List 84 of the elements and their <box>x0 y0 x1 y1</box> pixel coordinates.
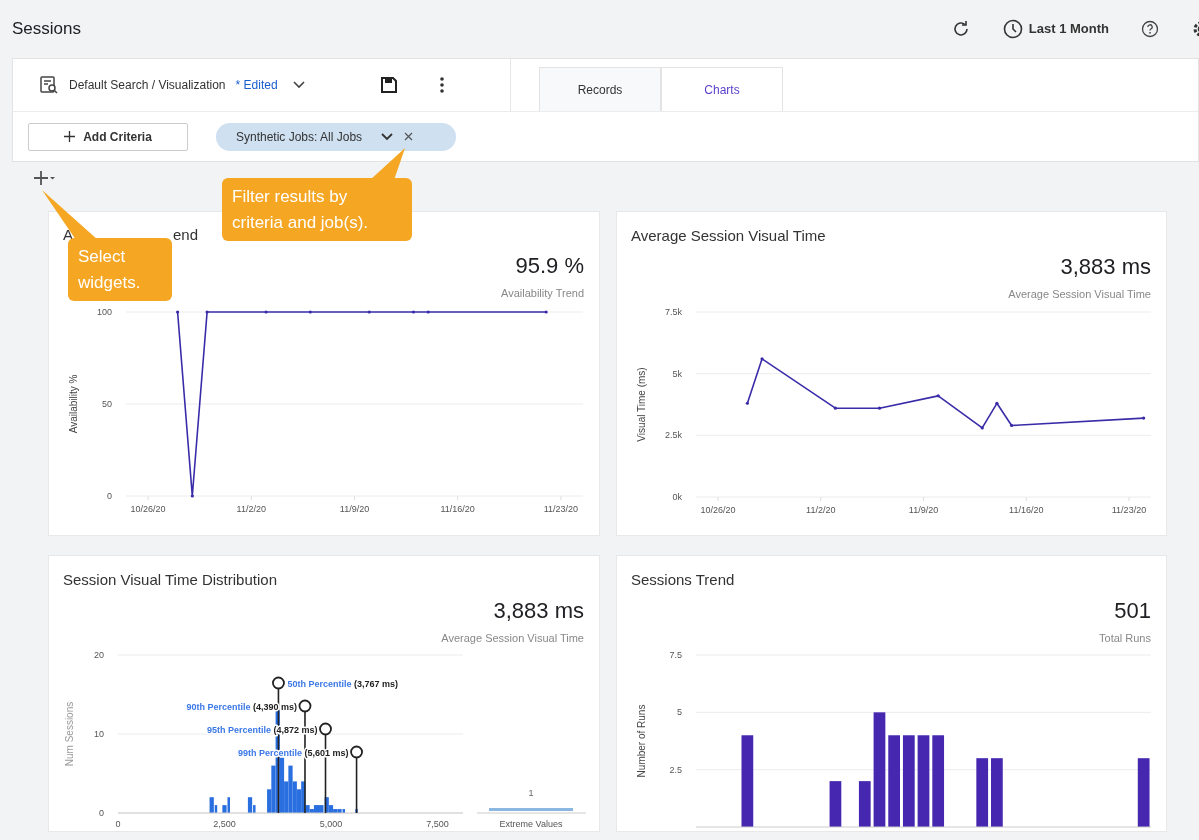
more-options-icon[interactable] <box>437 74 446 96</box>
data-point <box>936 394 940 398</box>
axis-title: Visual Time (ms) <box>636 367 647 442</box>
axis-tick-label: 2.5k <box>665 430 682 441</box>
chip-label: Synthetic Jobs: All Jobs <box>236 128 363 146</box>
axis-tick-label: 100 <box>96 307 112 318</box>
axis-tick-label: 5,000 <box>319 819 343 830</box>
axis-tick-label: 0k <box>672 492 682 503</box>
metric-value: 3,883 ms <box>493 598 584 625</box>
metric-label: Total Runs <box>1099 631 1151 647</box>
axis-tick-label: 2,500 <box>213 819 236 830</box>
close-icon[interactable] <box>404 132 414 141</box>
percentile-label: 90th Percentile (4,390 ms) <box>186 701 297 712</box>
search-name: Default Search / Visualization <box>69 77 226 94</box>
axis-tick-label: 5 <box>677 707 682 718</box>
edited-label: * Edited <box>235 77 278 94</box>
axis-tick-label: 11/9/20 <box>908 505 939 516</box>
metric-label: Average Session Visual Time <box>1008 287 1151 303</box>
clock-icon <box>1002 19 1023 39</box>
axis-tick-label: 7.5 <box>669 650 682 661</box>
data-point <box>544 310 548 314</box>
percentile-marker <box>350 745 363 815</box>
widget-title: end <box>173 225 199 246</box>
axis-tick-label: 0 <box>99 808 104 819</box>
tab[interactable]: Records <box>539 67 661 111</box>
data-point <box>411 310 416 314</box>
tab[interactable]: Charts <box>661 67 783 111</box>
axis-tick-label: 10 <box>94 729 104 740</box>
axis-tick-label: 11/9/20 <box>339 504 370 515</box>
add-criteria-button[interactable]: Add Criteria <box>28 122 188 151</box>
widget-title: Average Session Visual Time <box>631 226 826 247</box>
axis-tick-label: 10/26/20 <box>700 505 736 516</box>
data-point <box>176 310 180 314</box>
page-title: Sessions <box>12 18 82 41</box>
metric-value: 501 <box>1114 598 1151 625</box>
widget-title: Sessions Trend <box>631 570 735 591</box>
metric-value: 3,883 ms <box>1060 254 1151 281</box>
axis-title: Availability % <box>68 374 79 434</box>
metric-label: Average Session Visual Time <box>441 631 584 647</box>
caret-icon[interactable] <box>380 131 395 142</box>
data-point <box>264 310 268 314</box>
axis-tick-label: 5k <box>672 368 682 379</box>
axis-tick-label: 10/26/20 <box>130 504 166 515</box>
axis-tick-label: 11/16/20 <box>1009 505 1044 516</box>
data-point <box>980 426 984 430</box>
data-point <box>1142 416 1146 420</box>
data-point <box>877 406 882 411</box>
data-point <box>308 310 312 314</box>
data-point <box>205 310 209 314</box>
percentile-label: 50th Percentile (3,767 ms) <box>287 678 398 689</box>
axis-tick-label: 11/16/20 <box>440 504 475 515</box>
metric-value: 95.9 % <box>515 252 584 280</box>
axis-tick-label: 11/2/20 <box>236 504 266 515</box>
time-range-button[interactable]: Last 1 Month <box>1000 17 1111 41</box>
data-point <box>995 401 999 406</box>
search-list-icon <box>39 75 59 95</box>
help-icon[interactable] <box>1139 18 1161 40</box>
axis-tick-label: 7,500 <box>426 819 449 830</box>
add-widget-button[interactable] <box>34 170 56 186</box>
plus-icon <box>64 131 76 142</box>
tooltip: Select widgets. <box>68 238 172 301</box>
data-point <box>426 310 430 314</box>
data-point <box>367 310 371 314</box>
widget-title: Session Visual Time Distribution <box>63 570 277 591</box>
extreme-values-label: Extreme Values <box>499 819 563 830</box>
data-point <box>190 494 194 498</box>
axis-tick-label: 0 <box>107 491 112 502</box>
axis-tick-label: 20 <box>94 650 104 661</box>
filter-chip[interactable]: Synthetic Jobs: All Jobs <box>216 122 456 151</box>
axis-tick-label: 11/23/20 <box>1111 505 1147 516</box>
data-point <box>833 406 838 411</box>
axis-tick-label: 11/23/20 <box>543 504 579 515</box>
axis-tick-label: 0 <box>115 819 121 830</box>
axis-tick-label: 7.5k <box>665 307 682 318</box>
extreme-values-count: 1 <box>528 788 534 799</box>
axis-tick-label: 2.5 <box>669 764 682 775</box>
axis-title: Number of Runs <box>636 704 647 778</box>
axis-tick-label: 11/2/20 <box>806 505 836 516</box>
axis-title: Num Sessions <box>64 702 75 767</box>
data-point <box>745 401 749 406</box>
data-point <box>1009 424 1014 428</box>
data-point <box>760 357 764 361</box>
metric-label: Availability Trend <box>501 285 584 301</box>
axis-tick-label: 50 <box>102 399 112 410</box>
